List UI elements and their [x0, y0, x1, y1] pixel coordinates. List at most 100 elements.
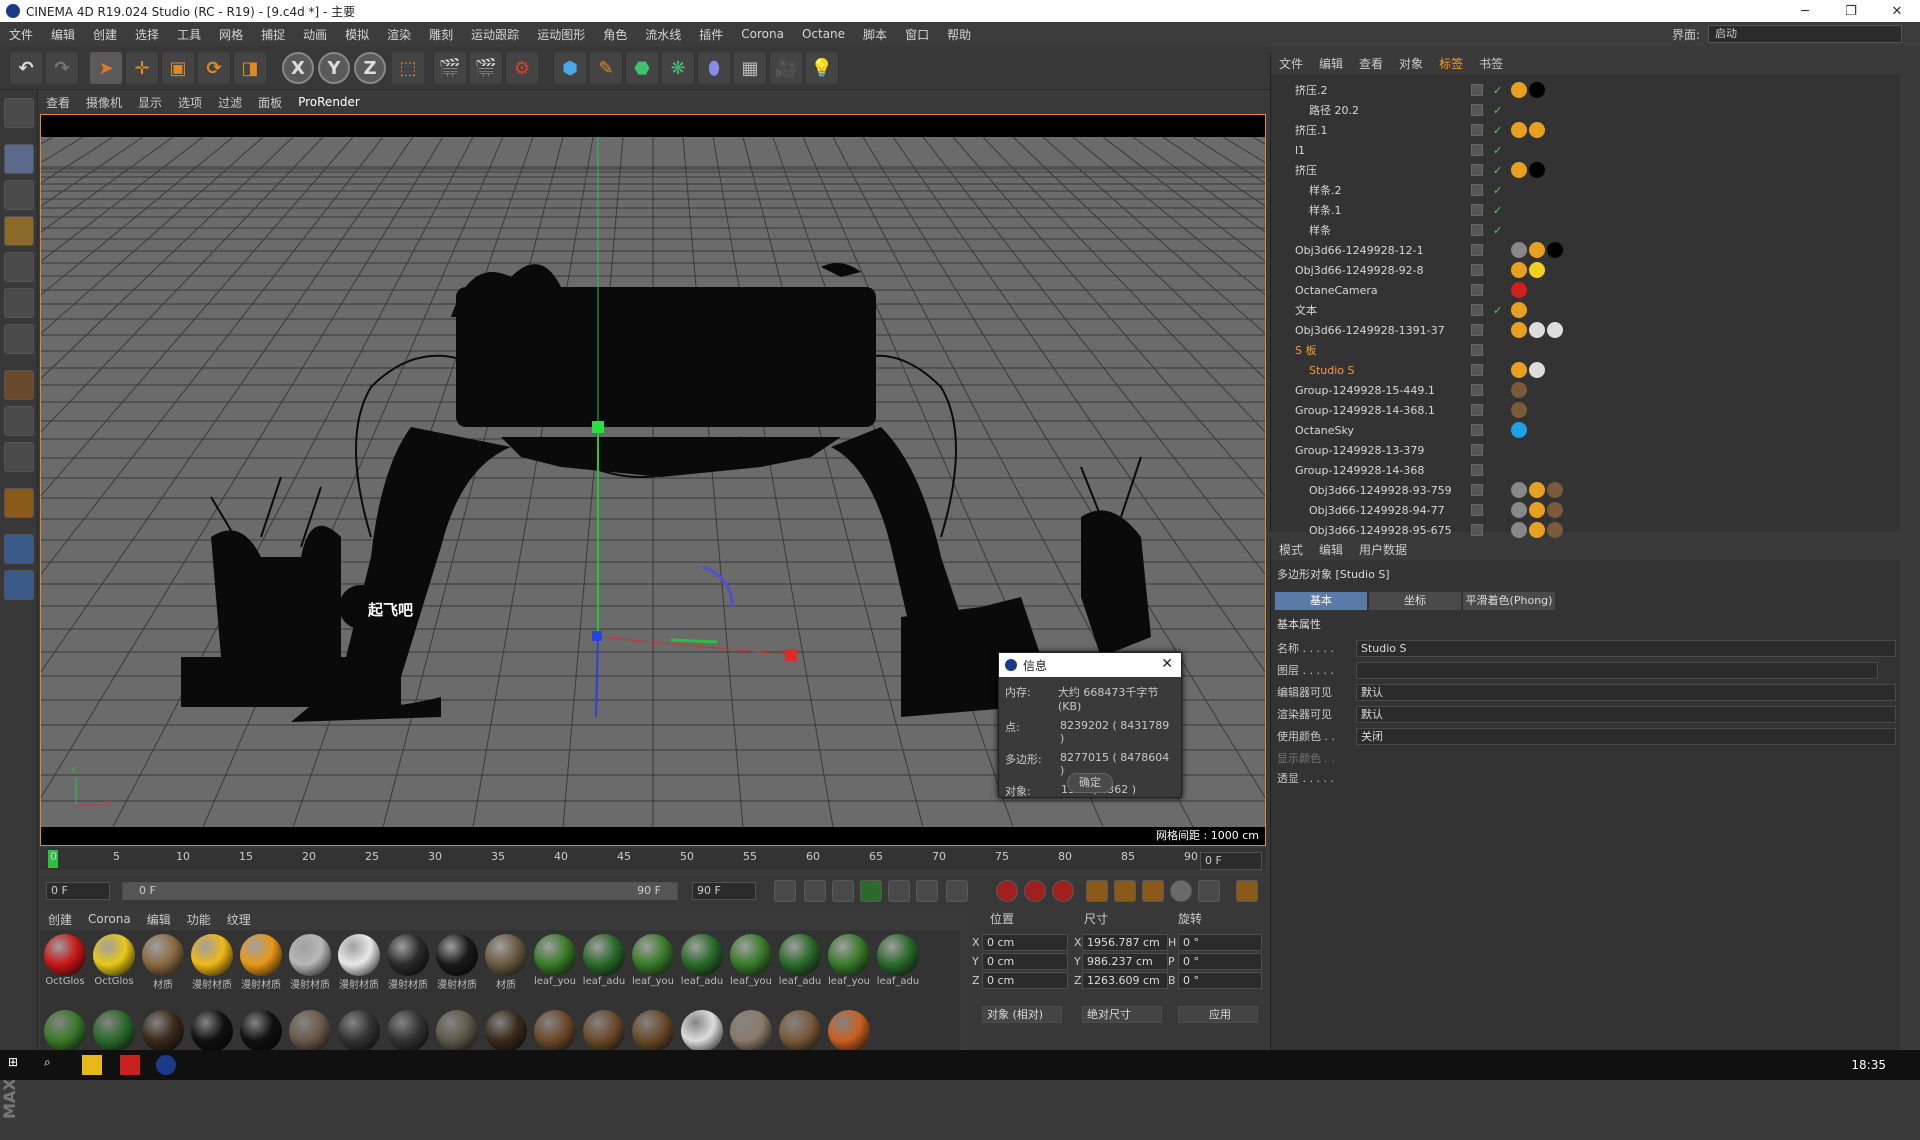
- material-ball[interactable]: [142, 1010, 184, 1052]
- key-position-icon[interactable]: [1086, 880, 1108, 902]
- x-axis-lock-icon[interactable]: X: [282, 52, 314, 84]
- material-ball[interactable]: [289, 934, 331, 976]
- material-ball[interactable]: [730, 934, 772, 976]
- z-axis-handle[interactable]: [592, 631, 602, 641]
- mograph-cloner-icon[interactable]: ❋: [662, 52, 694, 84]
- position-field[interactable]: 0 cm: [982, 972, 1068, 989]
- minimize-icon[interactable]: ─: [1782, 0, 1828, 22]
- points-mode-icon[interactable]: [4, 252, 34, 282]
- locked-workplane-icon[interactable]: [4, 570, 34, 600]
- object-row[interactable]: Group-1249928-15-449.1: [1271, 380, 1891, 400]
- start-icon[interactable]: ⊞: [8, 1055, 28, 1075]
- tab-basic[interactable]: 基本: [1275, 592, 1367, 610]
- material-tag-icon[interactable]: [1529, 162, 1545, 178]
- object-row[interactable]: 路径 20.2 ✓: [1271, 100, 1891, 120]
- next-frame-icon[interactable]: [888, 880, 910, 902]
- enabled-check-icon[interactable]: ✓: [1493, 204, 1502, 217]
- workplane-mode-icon[interactable]: [4, 216, 34, 246]
- render-picture-viewer-icon[interactable]: 🎬: [470, 52, 502, 84]
- start-frame-field[interactable]: 0 F: [46, 882, 110, 900]
- attribute-menu-item[interactable]: 模式: [1271, 541, 1311, 558]
- material-ball[interactable]: [730, 1010, 772, 1052]
- material-swatch[interactable]: leaf_you: [532, 934, 578, 987]
- viewport-menu-item[interactable]: 摄像机: [78, 94, 130, 111]
- go-to-end-icon[interactable]: [946, 880, 968, 902]
- object-row[interactable]: Obj3d66-1249928-93-759: [1271, 480, 1891, 500]
- redo-icon[interactable]: ↷: [46, 52, 78, 84]
- viewport-menu-item[interactable]: 面板: [250, 94, 290, 111]
- menu-item[interactable]: 模拟: [336, 26, 378, 43]
- keyframe-selection-icon[interactable]: [1052, 880, 1074, 902]
- material-swatch[interactable]: 漫射材质: [336, 934, 382, 991]
- go-to-start-icon[interactable]: [774, 880, 796, 902]
- attribute-dropdown[interactable]: 默认: [1356, 706, 1896, 723]
- menu-item[interactable]: 网格: [210, 26, 252, 43]
- material-swatch[interactable]: 材质: [483, 934, 529, 991]
- material-tag-icon[interactable]: [1511, 362, 1527, 378]
- material-swatch[interactable]: leaf_adu: [581, 934, 627, 987]
- material-tag-icon[interactable]: [1529, 262, 1545, 278]
- material-ball[interactable]: [632, 934, 674, 976]
- visibility-toggle[interactable]: [1471, 84, 1483, 96]
- subdivision-icon[interactable]: ⬣: [626, 52, 658, 84]
- material-tag-icon[interactable]: [1511, 382, 1527, 398]
- material-swatch[interactable]: 漫射材质: [287, 934, 333, 991]
- menu-item[interactable]: 脚本: [854, 26, 896, 43]
- prev-frame-icon[interactable]: [832, 880, 854, 902]
- material-ball[interactable]: [44, 1010, 86, 1052]
- material-menu-item[interactable]: 纹理: [219, 911, 259, 928]
- object-menu-item[interactable]: 标签: [1431, 55, 1471, 72]
- material-swatch[interactable]: OctGlos: [42, 934, 88, 987]
- material-ball[interactable]: [93, 934, 135, 976]
- layout-select[interactable]: 启动: [1708, 25, 1902, 43]
- select-tool-icon[interactable]: ➤: [90, 52, 122, 84]
- object-menu-item[interactable]: 书签: [1471, 55, 1511, 72]
- rotation-field[interactable]: 0 °: [1178, 972, 1262, 989]
- object-row[interactable]: Obj3d66-1249928-94-77: [1271, 500, 1891, 520]
- magnet-icon[interactable]: [4, 488, 34, 518]
- menu-item[interactable]: Octane: [793, 27, 854, 41]
- menu-item[interactable]: 雕刻: [420, 26, 462, 43]
- object-row[interactable]: 挤压.1 ✓: [1271, 120, 1891, 140]
- x-axis-handle[interactable]: [785, 649, 797, 661]
- current-frame-field[interactable]: 0 F: [1200, 852, 1262, 870]
- rotation-field[interactable]: 0 °: [1178, 934, 1262, 951]
- material-tag-icon[interactable]: [1529, 322, 1545, 338]
- material-swatch[interactable]: leaf_adu: [777, 934, 823, 987]
- material-ball[interactable]: [142, 934, 184, 976]
- close-icon[interactable]: ✕: [1874, 0, 1920, 22]
- menu-item[interactable]: 创建: [84, 26, 126, 43]
- object-row[interactable]: Group-1249928-14-368.1: [1271, 400, 1891, 420]
- enabled-check-icon[interactable]: ✓: [1493, 84, 1502, 97]
- visibility-toggle[interactable]: [1471, 384, 1483, 396]
- render-view-icon[interactable]: 🎬: [434, 52, 466, 84]
- visibility-toggle[interactable]: [1471, 404, 1483, 416]
- material-tag-icon[interactable]: [1511, 482, 1527, 498]
- snap-icon[interactable]: [4, 442, 34, 472]
- enabled-check-icon[interactable]: ✓: [1493, 304, 1502, 317]
- material-ball[interactable]: [485, 1010, 527, 1052]
- material-tag-icon[interactable]: [1511, 242, 1527, 258]
- visibility-toggle[interactable]: [1471, 464, 1483, 476]
- deformer-icon[interactable]: ⬮: [698, 52, 730, 84]
- end-frame-field[interactable]: 90 F: [692, 882, 756, 900]
- enabled-check-icon[interactable]: ✓: [1493, 184, 1502, 197]
- material-ball[interactable]: [387, 934, 429, 976]
- size-mode-select[interactable]: 绝对尺寸: [1082, 1006, 1162, 1023]
- menu-item[interactable]: 渲染: [378, 26, 420, 43]
- material-tag-icon[interactable]: [1511, 502, 1527, 518]
- timeline-ruler[interactable]: 0 5 10 15 20 25 30 35 40 45 50 55 60 65 70 75 80 85 90: [40, 848, 1266, 870]
- workplane-icon[interactable]: [4, 534, 34, 564]
- material-ball[interactable]: [681, 1010, 723, 1052]
- material-tag-icon[interactable]: [1529, 242, 1545, 258]
- recent-tool-icon[interactable]: ◨: [234, 52, 266, 84]
- y-axis-lock-icon[interactable]: Y: [318, 52, 350, 84]
- undo-icon[interactable]: ↶: [10, 52, 42, 84]
- material-ball[interactable]: [240, 1010, 282, 1052]
- material-ball[interactable]: [485, 934, 527, 976]
- pen-tool-icon[interactable]: ✎: [590, 52, 622, 84]
- attribute-dropdown[interactable]: 默认: [1356, 684, 1896, 701]
- material-ball[interactable]: [240, 934, 282, 976]
- object-menu-item[interactable]: 对象: [1391, 55, 1431, 72]
- visibility-toggle[interactable]: [1471, 144, 1483, 156]
